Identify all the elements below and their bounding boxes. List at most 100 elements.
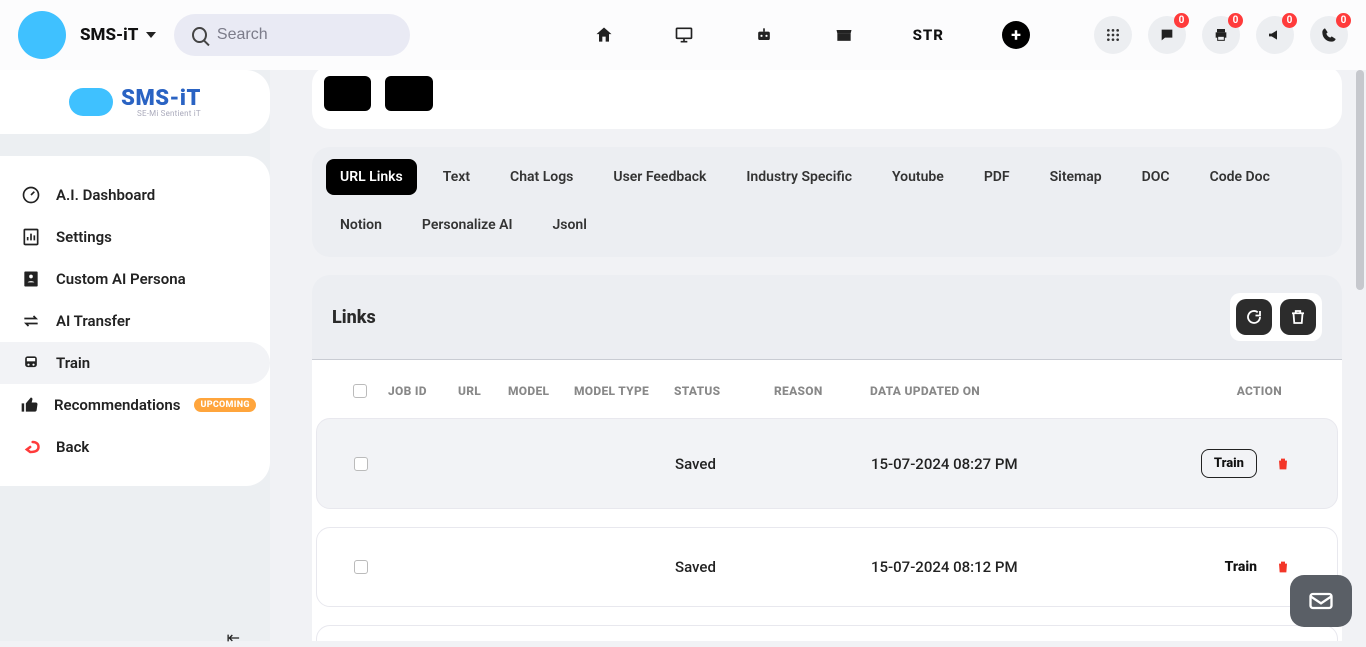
- store-icon[interactable]: [833, 24, 855, 46]
- upcoming-badge: UPCOMING: [194, 398, 255, 412]
- chat-button[interactable]: 0: [1148, 16, 1186, 54]
- actions-card: [312, 70, 1342, 129]
- main-content: URL Links Text Chat Logs User Feedback I…: [270, 70, 1366, 641]
- scrollbar-thumb[interactable]: [1356, 70, 1364, 290]
- announce-badge: 0: [1282, 13, 1297, 28]
- sidebar-nav: A.I. Dashboard Settings Custom AI Person…: [0, 156, 270, 486]
- tab-personalize-ai[interactable]: Personalize AI: [408, 207, 527, 243]
- links-panel-header: Links: [312, 275, 1342, 360]
- table-row: Saved 15-07-2024 08:06 PM Train: [316, 625, 1338, 641]
- select-all-checkbox[interactable]: [353, 384, 367, 398]
- home-icon[interactable]: [593, 24, 615, 46]
- sidebar-item-recommendations[interactable]: Recommendations UPCOMING: [0, 384, 270, 426]
- add-button[interactable]: +: [1002, 21, 1030, 49]
- sidebar-item-label: Custom AI Persona: [56, 270, 186, 288]
- row-date: 15-07-2024 08:12 PM: [871, 558, 1131, 576]
- brand-name: SMS-iT: [80, 25, 138, 45]
- monitor-icon[interactable]: [673, 24, 695, 46]
- persona-icon: [20, 268, 42, 290]
- col-reason: REASON: [774, 384, 870, 398]
- sidebar-item-label: AI Transfer: [56, 312, 130, 330]
- col-model: MODEL: [508, 384, 574, 398]
- col-url: URL: [458, 384, 508, 398]
- str-nav[interactable]: STR: [913, 26, 944, 44]
- links-table: JOB ID URL MODEL MODEL TYPE STATUS REASO…: [312, 360, 1342, 641]
- sidebar-item-label: A.I. Dashboard: [56, 186, 155, 204]
- tab-notion[interactable]: Notion: [326, 207, 396, 243]
- announce-button[interactable]: 0: [1256, 16, 1294, 54]
- search-input[interactable]: [217, 26, 392, 44]
- sidebar-item-train[interactable]: Train: [0, 342, 270, 384]
- chat-badge: 0: [1174, 13, 1189, 28]
- sidebar-item-label: Back: [56, 438, 89, 456]
- table-row: Saved 15-07-2024 08:12 PM Train: [316, 527, 1338, 607]
- tab-youtube[interactable]: Youtube: [878, 159, 958, 195]
- table-header: JOB ID URL MODEL MODEL TYPE STATUS REASO…: [312, 360, 1342, 418]
- apps-grid-button[interactable]: [1094, 16, 1132, 54]
- avatar[interactable]: [18, 11, 66, 59]
- action-chip[interactable]: [385, 76, 432, 111]
- search-pill[interactable]: [174, 14, 410, 56]
- tab-jsonl[interactable]: Jsonl: [538, 207, 600, 243]
- train-button[interactable]: Train: [1201, 449, 1257, 478]
- transfer-icon: [20, 310, 42, 332]
- tab-pdf[interactable]: PDF: [970, 159, 1024, 195]
- back-arrow-icon: [20, 436, 42, 458]
- brand-dropdown[interactable]: SMS-iT: [80, 25, 156, 45]
- robot-icon[interactable]: [753, 24, 775, 46]
- logo[interactable]: SMS-iT SE-Mi Sentient iT: [69, 86, 201, 118]
- tab-doc[interactable]: DOC: [1128, 159, 1184, 195]
- row-checkbox[interactable]: [354, 457, 368, 471]
- cloud-icon: [69, 88, 113, 116]
- tab-user-feedback[interactable]: User Feedback: [599, 159, 720, 195]
- print-button[interactable]: 0: [1202, 16, 1240, 54]
- row-status: Saved: [675, 558, 775, 576]
- logo-card: SMS-iT SE-Mi Sentient iT: [0, 70, 270, 134]
- search-icon: [192, 27, 207, 43]
- delete-all-button[interactable]: [1280, 299, 1316, 335]
- col-model-type: MODEL TYPE: [574, 384, 674, 398]
- delete-row-icon[interactable]: [1275, 559, 1291, 575]
- delete-row-icon[interactable]: [1275, 456, 1291, 472]
- thumbs-up-icon: [20, 394, 40, 416]
- nav-icons: STR +: [593, 21, 1030, 49]
- action-chip[interactable]: [324, 76, 371, 111]
- phone-badge: 0: [1336, 13, 1351, 28]
- tab-industry-specific[interactable]: Industry Specific: [732, 159, 866, 195]
- links-panel: Links JOB ID URL MODEL MODEL: [312, 275, 1342, 641]
- col-date: DATA UPDATED ON: [870, 384, 1130, 398]
- sidebar-item-label: Settings: [56, 228, 112, 246]
- row-date: 15-07-2024 08:27 PM: [871, 455, 1131, 473]
- table-body: Saved 15-07-2024 08:27 PM Train: [312, 418, 1342, 641]
- col-job-id: JOB ID: [388, 384, 458, 398]
- tab-sitemap[interactable]: Sitemap: [1036, 159, 1116, 195]
- tab-chat-logs[interactable]: Chat Logs: [496, 159, 587, 195]
- row-status: Saved: [675, 455, 775, 473]
- col-status: STATUS: [674, 384, 774, 398]
- sidebar-item-ai-dashboard[interactable]: A.I. Dashboard: [0, 174, 270, 216]
- print-badge: 0: [1228, 13, 1243, 28]
- sidebar-item-back[interactable]: Back: [0, 426, 270, 468]
- header-right: 0 0 0 0: [1094, 16, 1348, 54]
- row-checkbox[interactable]: [354, 560, 368, 574]
- sidebar: SMS-iT SE-Mi Sentient iT A.I. Dashboard …: [0, 70, 270, 641]
- phone-button[interactable]: 0: [1310, 16, 1348, 54]
- tab-text[interactable]: Text: [429, 159, 484, 195]
- panel-action-buttons: [1230, 293, 1322, 341]
- chart-file-icon: [20, 226, 42, 248]
- sidebar-item-settings[interactable]: Settings: [0, 216, 270, 258]
- mail-support-fab[interactable]: [1290, 575, 1352, 627]
- sidebar-item-label: Recommendations: [54, 396, 180, 414]
- sidebar-item-custom-ai-persona[interactable]: Custom AI Persona: [0, 258, 270, 300]
- collapse-sidebar-icon[interactable]: ⇤: [227, 628, 240, 647]
- gauge-icon: [20, 184, 42, 206]
- sidebar-item-ai-transfer[interactable]: AI Transfer: [0, 300, 270, 342]
- source-tabs: URL Links Text Chat Logs User Feedback I…: [326, 159, 1328, 243]
- train-icon: [20, 352, 42, 374]
- tab-code-doc[interactable]: Code Doc: [1196, 159, 1284, 195]
- tab-url-links[interactable]: URL Links: [326, 159, 417, 195]
- logo-text: SMS-iT: [121, 86, 201, 111]
- refresh-button[interactable]: [1236, 299, 1272, 335]
- panel-title: Links: [332, 307, 376, 328]
- train-button[interactable]: Train: [1225, 559, 1257, 575]
